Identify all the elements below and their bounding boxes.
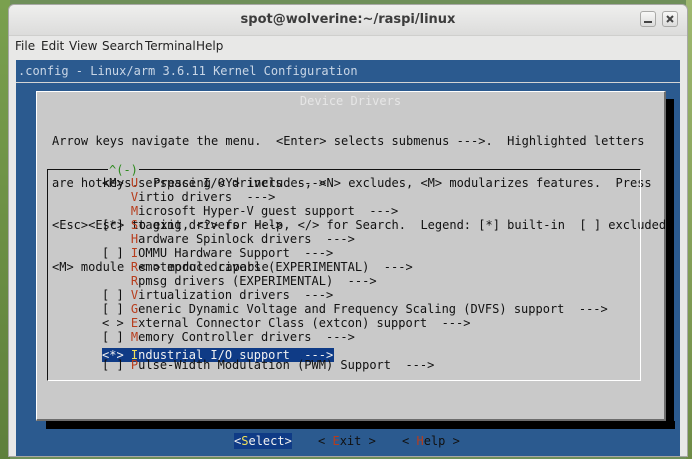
button-bracket: < bbox=[318, 434, 333, 448]
item-label: eneric Dynamic Voltage and Frequency Sca… bbox=[138, 302, 608, 316]
config-title: .config - Linux/arm 3.6.11 Kernel Config… bbox=[18, 64, 358, 78]
minimize-icon bbox=[644, 21, 652, 23]
exit-button[interactable]: < Exit > bbox=[318, 433, 376, 449]
item-label: OMMU Hardware Support ---> bbox=[138, 246, 334, 260]
item-label: pmsg drivers (EXPERIMENTAL) ---> bbox=[138, 274, 377, 288]
item-state: [*] bbox=[102, 218, 131, 232]
menu-item-row: [ ] IOMMU Hardware Support ---> bbox=[102, 246, 642, 260]
item-label: ulse-Width Modulation (PWM) Support ---> bbox=[138, 358, 435, 372]
item-state bbox=[102, 260, 131, 274]
item-state bbox=[102, 274, 131, 288]
item-state: [ ] bbox=[102, 302, 131, 316]
menu-item-row: < > External Connector Class (extcon) su… bbox=[102, 316, 642, 330]
menu-item-row: [ ] Memory Controller drivers ---> bbox=[102, 330, 642, 344]
item-state bbox=[102, 204, 131, 218]
menu-view[interactable]: View bbox=[69, 39, 97, 53]
item-state: < > bbox=[102, 316, 131, 330]
item-label: taging drivers ---> bbox=[138, 218, 283, 232]
menu-terminal[interactable]: Terminal bbox=[145, 39, 196, 53]
close-icon bbox=[666, 15, 674, 23]
help-line: Arrow keys navigate the menu. <Enter> se… bbox=[52, 134, 645, 148]
menu-item-row: [ ] Virtualization drivers ---> bbox=[102, 288, 642, 302]
minimize-button[interactable] bbox=[640, 11, 656, 27]
item-label: icrosoft Hyper-V guest support ---> bbox=[138, 204, 399, 218]
title-bar[interactable]: spot@wolverine:~/raspi/linux bbox=[9, 5, 687, 36]
menu-item-row: Microsoft Hyper-V guest support ---> bbox=[102, 204, 642, 218]
menu-item[interactable]: [ ] Generic Dynamic Voltage and Frequenc… bbox=[102, 302, 642, 316]
button-label: xit > bbox=[339, 434, 376, 448]
item-label: ardware Spinlock drivers ---> bbox=[138, 232, 355, 246]
terminal-window: spot@wolverine:~/raspi/linux File Edit V… bbox=[8, 4, 688, 457]
item-state: [ ] bbox=[102, 246, 131, 260]
select-button[interactable]: <Select> bbox=[234, 433, 292, 449]
scroll-up-indicator: ^(-) bbox=[108, 163, 139, 177]
menu-item[interactable]: Hardware Spinlock drivers ---> bbox=[102, 232, 642, 246]
item-label: emoteproc drivers (EXPERIMENTAL) ---> bbox=[138, 260, 413, 274]
item-label: irtualization drivers ---> bbox=[138, 288, 334, 302]
menu-item[interactable]: Remoteproc drivers (EXPERIMENTAL) ---> bbox=[102, 260, 642, 274]
menu-list-box: ^(-) <M> Userspace I/O drivers ---> Virt… bbox=[47, 163, 642, 381]
button-label: elp > bbox=[423, 434, 460, 448]
menu-item-row: Rpmsg drivers (EXPERIMENTAL) ---> bbox=[102, 274, 642, 288]
menu-item[interactable]: [ ] Pulse-Width Modulation (PWM) Support… bbox=[102, 358, 642, 372]
button-hotkey: H bbox=[416, 434, 424, 448]
menu-item[interactable]: [ ] Memory Controller drivers ---> bbox=[102, 330, 642, 344]
menu-help[interactable]: Help bbox=[196, 39, 223, 53]
menu-item[interactable]: Virtio drivers ---> bbox=[102, 190, 642, 204]
button-bracket: < bbox=[402, 434, 417, 448]
item-label: emory Controller drivers ---> bbox=[138, 330, 355, 344]
menu-item[interactable]: [ ] Virtualization drivers ---> bbox=[102, 288, 642, 302]
menu-edit[interactable]: Edit bbox=[41, 39, 64, 53]
item-label: irtio drivers ---> bbox=[138, 190, 276, 204]
menu-item[interactable]: [*] Staging drivers ---> bbox=[102, 218, 642, 232]
item-label: xternal Connector Class (extcon) support… bbox=[138, 316, 471, 330]
menu-item-row: [*] Staging drivers ---> bbox=[102, 218, 642, 232]
button-hotkey: E bbox=[332, 434, 340, 448]
dialog-shadow-bottom bbox=[46, 421, 675, 429]
item-state: [ ] bbox=[102, 288, 131, 302]
item-state bbox=[102, 232, 131, 246]
menu-item-row: Virtio drivers ---> bbox=[102, 190, 642, 204]
menu-item[interactable]: <M> Userspace I/O drivers ---> bbox=[102, 176, 642, 190]
menu-item[interactable]: [ ] IOMMU Hardware Support ---> bbox=[102, 246, 642, 260]
menu-item-row: Remoteproc drivers (EXPERIMENTAL) ---> bbox=[102, 260, 642, 274]
menu-items: <M> Userspace I/O drivers ---> Virtio dr… bbox=[102, 176, 642, 372]
menu-item[interactable]: Microsoft Hyper-V guest support ---> bbox=[102, 204, 642, 218]
menu-item-row: <*> Industrial I/O support ---> bbox=[102, 344, 642, 362]
item-label: serspace I/O drivers ---> bbox=[138, 176, 326, 190]
button-label: elect> bbox=[248, 434, 292, 448]
terminal-screen[interactable]: .config - Linux/arm 3.6.11 Kernel Config… bbox=[16, 60, 680, 456]
close-button[interactable] bbox=[662, 11, 678, 27]
menu-item[interactable]: < > External Connector Class (extcon) su… bbox=[102, 316, 642, 330]
menu-bar: File Edit View Search Terminal Help bbox=[9, 36, 687, 58]
menu-item[interactable]: Rpmsg drivers (EXPERIMENTAL) ---> bbox=[102, 274, 642, 288]
device-drivers-dialog: Device Drivers Arrow keys navigate the m… bbox=[36, 91, 666, 449]
menu-item-row: <M> Userspace I/O drivers ---> bbox=[102, 176, 642, 190]
help-button[interactable]: < Help > bbox=[402, 433, 460, 449]
item-state: [ ] bbox=[102, 330, 131, 344]
title-rule bbox=[16, 82, 680, 83]
dialog-shadow-right bbox=[666, 99, 674, 429]
item-state: [ ] bbox=[102, 358, 131, 372]
menu-item-row: Hardware Spinlock drivers ---> bbox=[102, 232, 642, 246]
menu-item-row: [ ] Pulse-Width Modulation (PWM) Support… bbox=[102, 358, 642, 372]
item-state: <M> bbox=[102, 176, 131, 190]
menu-file[interactable]: File bbox=[15, 39, 35, 53]
item-state bbox=[102, 190, 131, 204]
menu-item-row: [ ] Generic Dynamic Voltage and Frequenc… bbox=[102, 302, 642, 316]
menu-search[interactable]: Search bbox=[102, 39, 143, 53]
window-title: spot@wolverine:~/raspi/linux bbox=[240, 12, 456, 27]
button-row: <Select> < Exit > < Help > bbox=[37, 433, 664, 449]
